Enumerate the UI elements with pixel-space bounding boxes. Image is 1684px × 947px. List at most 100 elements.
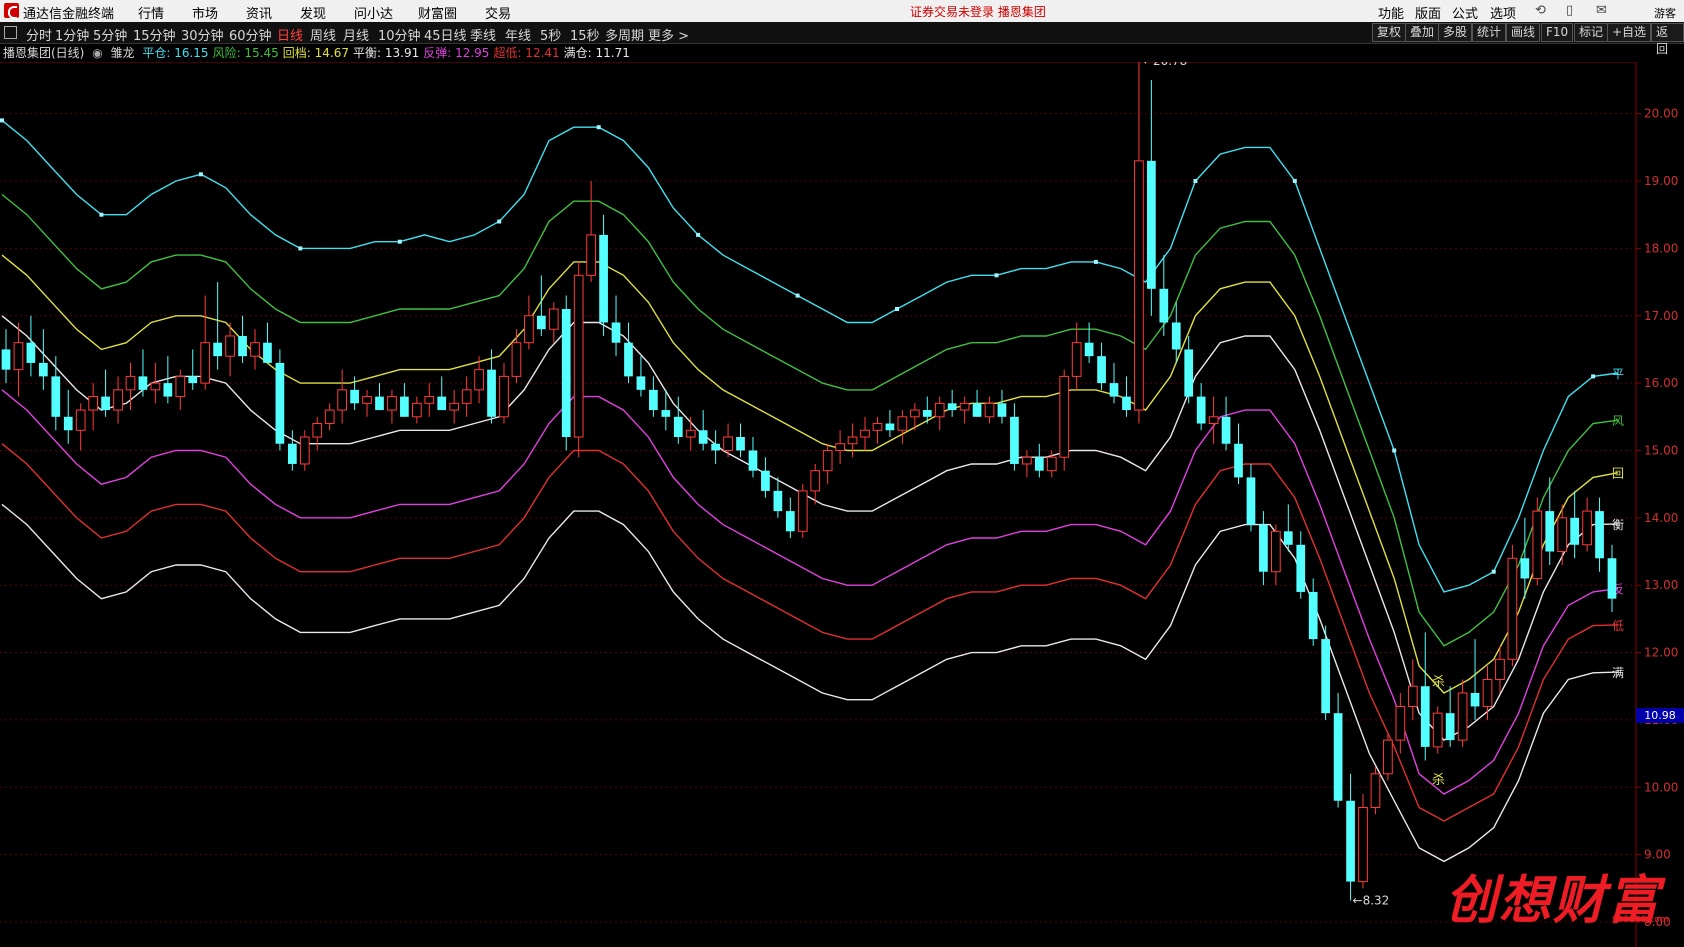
- watermark-url: 995168.com: [1612, 915, 1669, 925]
- period-tab-9[interactable]: 10分钟: [378, 25, 421, 44]
- stock-name[interactable]: 播恩集团(日线): [3, 46, 84, 60]
- candle-body-67: [835, 443, 845, 451]
- candle-body-25: [312, 423, 323, 438]
- candle-body-115: [1432, 712, 1443, 748]
- candle-body-87: [1084, 342, 1094, 357]
- period-tab-10[interactable]: 45日线: [424, 25, 467, 44]
- band-end-label-6: 满: [1612, 666, 1624, 680]
- period-tab-11[interactable]: 季线: [470, 25, 496, 44]
- toolbar-button-1[interactable]: 叠加: [1405, 23, 1440, 42]
- candle-body-14: [175, 375, 186, 398]
- period-tab-1[interactable]: 1分钟: [55, 25, 89, 44]
- period-tab-2[interactable]: 5分钟: [93, 25, 127, 44]
- menu-item-discover[interactable]: 发现: [300, 3, 326, 22]
- menu-item-options[interactable]: 选项: [1490, 3, 1516, 22]
- y-tick-label-7: 13.00: [1644, 578, 1678, 592]
- candle-body-83: [1034, 457, 1044, 471]
- candle-body-105: [1308, 591, 1318, 640]
- candle-body-17: [213, 342, 223, 357]
- menu-item-function[interactable]: 功能: [1378, 3, 1404, 22]
- band-dot-60: [1491, 569, 1496, 574]
- candle-body-58: [723, 436, 733, 451]
- period-tab-5[interactable]: 60分钟: [229, 25, 272, 44]
- candle-body-125: [1557, 517, 1568, 553]
- period-tab-3[interactable]: 15分钟: [133, 25, 176, 44]
- period-tab-6[interactable]: 日线: [277, 25, 303, 44]
- indicator-name[interactable]: 雏龙: [111, 46, 135, 60]
- menu-bar: 通达信金融终端 行情 市场 资讯 发现 问小达 财富圈 交易 证券交易未登录 播…: [0, 0, 1684, 22]
- toolbar-button-7[interactable]: +自选: [1607, 23, 1652, 42]
- refresh-icon[interactable]: ⟲: [1535, 3, 1546, 18]
- period-tab-13[interactable]: 5秒: [540, 25, 561, 44]
- candle-body-81: [1010, 416, 1019, 464]
- candle-body-52: [649, 389, 658, 411]
- menu-item-wealth[interactable]: 财富圈: [418, 3, 457, 22]
- menu-item-markets[interactable]: 市场: [192, 3, 218, 22]
- candle-body-70: [872, 423, 883, 431]
- candle-body-79: [984, 402, 995, 418]
- legend-value-4: 反弹: 12.95: [423, 46, 490, 60]
- candle-body-93: [1159, 288, 1169, 323]
- menu-item-layout[interactable]: 版面: [1415, 3, 1441, 22]
- toolbar-button-4[interactable]: 画线: [1506, 23, 1541, 42]
- guest-label[interactable]: 游客: [1654, 5, 1676, 21]
- period-tab-7[interactable]: 周线: [310, 25, 336, 44]
- candle-body-99: [1234, 443, 1243, 478]
- toolbar-button-6[interactable]: 标记: [1574, 23, 1609, 42]
- toolbar-button-0[interactable]: 复权: [1372, 23, 1407, 42]
- candlestick-chart[interactable]: 20.00 19.00 18.00 17.00 16.00 15.00 14.00 13.00…: [0, 62, 1684, 947]
- candle-body-64: [797, 490, 808, 532]
- period-tab-15[interactable]: 多周期: [605, 25, 644, 44]
- menu-item-ask[interactable]: 问小达: [354, 3, 393, 22]
- y-tick-label-10: 10.00: [1644, 780, 1678, 794]
- menu-item-news[interactable]: 资讯: [246, 3, 272, 22]
- candle-body-42: [524, 315, 534, 344]
- y-tick-label-4: 16.00: [1644, 376, 1678, 390]
- candle-body-59: [736, 437, 745, 451]
- candle-body-16: [200, 342, 211, 384]
- app-title: 通达信金融终端: [23, 7, 115, 22]
- toolbar-button-5[interactable]: F10: [1541, 23, 1574, 42]
- candle-body-21: [263, 342, 272, 363]
- candle-body-34: [424, 396, 435, 404]
- candle-body-94: [1171, 322, 1181, 350]
- candle-body-56: [698, 430, 708, 444]
- candle-body-101: [1259, 524, 1268, 572]
- toolbar-button-8[interactable]: 返回: [1651, 23, 1684, 56]
- candle-body-26: [324, 409, 335, 425]
- candle-body-80: [997, 403, 1007, 417]
- phone-icon[interactable]: ▯: [1566, 3, 1573, 18]
- band-dot-44: [1093, 259, 1098, 264]
- panel-icon[interactable]: [4, 26, 17, 39]
- candle-body-35: [437, 396, 447, 411]
- candle-body-121: [1507, 557, 1518, 660]
- toolbar-button-2[interactable]: 多股: [1438, 23, 1473, 42]
- period-tab-0[interactable]: 分时: [26, 25, 52, 44]
- candle-body-31: [387, 396, 397, 411]
- period-tab-16[interactable]: 更多 >: [648, 25, 689, 44]
- menu-item-trade[interactable]: 交易: [485, 3, 511, 22]
- toolbar-button-3[interactable]: 统计: [1472, 23, 1507, 42]
- band-end-label-0: 平: [1612, 367, 1624, 381]
- candle-body-12: [150, 382, 161, 391]
- candle-body-106: [1321, 639, 1331, 714]
- candle-body-128: [1595, 511, 1604, 559]
- period-tab-8[interactable]: 月线: [343, 25, 369, 44]
- high-price-label: ←20.78: [1143, 62, 1187, 68]
- band-dot-24: [596, 125, 601, 130]
- candle-body-44: [548, 308, 559, 330]
- period-tab-4[interactable]: 30分钟: [181, 25, 224, 44]
- candle-body-100: [1246, 477, 1256, 525]
- candle-body-129: [1607, 558, 1617, 599]
- period-tab-12[interactable]: 年线: [505, 25, 531, 44]
- menu-item-market[interactable]: 行情: [138, 3, 164, 22]
- menu-item-formula[interactable]: 公式: [1452, 3, 1478, 22]
- band-dot-64: [1591, 374, 1596, 379]
- y-tick-label-2: 18.00: [1644, 241, 1678, 255]
- mail-icon[interactable]: ✉: [1596, 3, 1607, 18]
- candle-body-8: [101, 396, 110, 411]
- period-tab-14[interactable]: 15秒: [570, 25, 600, 44]
- legend-toggle-icon[interactable]: ◉: [92, 46, 102, 60]
- candle-body-104: [1296, 544, 1306, 592]
- candle-body-48: [599, 234, 608, 323]
